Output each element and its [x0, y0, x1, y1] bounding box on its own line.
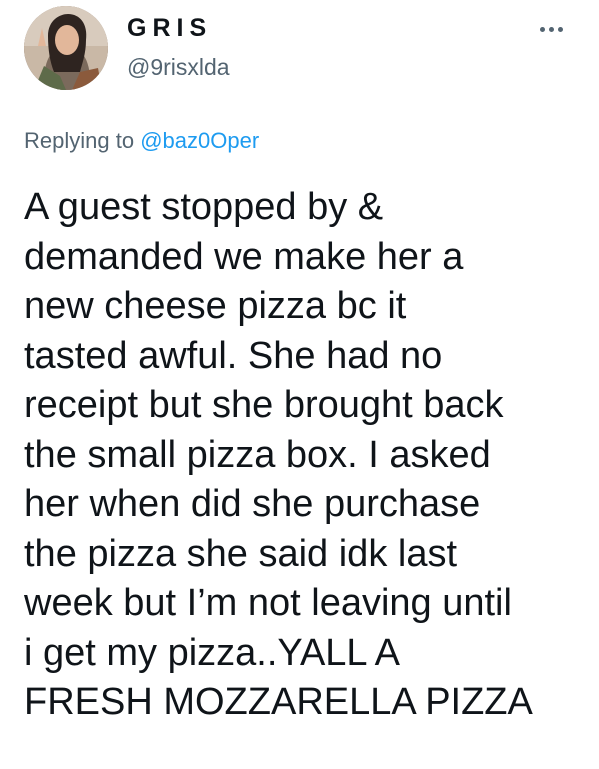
reply-mention-link[interactable]: @baz0Oper	[140, 128, 259, 153]
tweet-text: A guest stopped by & demanded we make he…	[24, 183, 584, 728]
tweet-text-line: receipt but she brought back	[24, 384, 504, 426]
more-horizontal-icon	[539, 26, 545, 32]
more-horizontal-icon	[557, 26, 563, 32]
profile-photo-icon	[24, 6, 108, 90]
tweet-text-line: week but I’m not leaving until	[24, 582, 512, 624]
tweet-text-line: her when did she purchase	[24, 483, 481, 525]
display-name[interactable]: GRIS	[127, 16, 212, 41]
tweet-text-line: the small pizza box. I asked	[24, 433, 491, 476]
user-handle[interactable]: @9risxlda	[127, 56, 230, 79]
avatar[interactable]	[24, 6, 108, 90]
more-options-button[interactable]	[528, 16, 574, 42]
tweet-text-line: tasted awful. She had no	[24, 334, 443, 377]
tweet-text-line: A guest stopped by &	[24, 186, 384, 228]
replying-to-label: Replying to	[24, 128, 135, 153]
replying-to: Replying to @baz0Oper	[24, 128, 259, 154]
tweet-text-line: new cheese pizza bc it	[24, 285, 407, 327]
tweet-text-line: FRESH MOZZARELLA PIZZA	[24, 681, 533, 723]
tweet-text-line: demanded we make her a	[24, 235, 464, 278]
tweet-text-line: the pizza she said idk last	[24, 532, 458, 575]
tweet-card: GRIS @9risxlda Replying to @baz0Oper A g…	[0, 0, 599, 769]
tweet-text-line: i get my pizza..YALL A	[24, 631, 400, 674]
more-horizontal-icon	[548, 26, 554, 32]
